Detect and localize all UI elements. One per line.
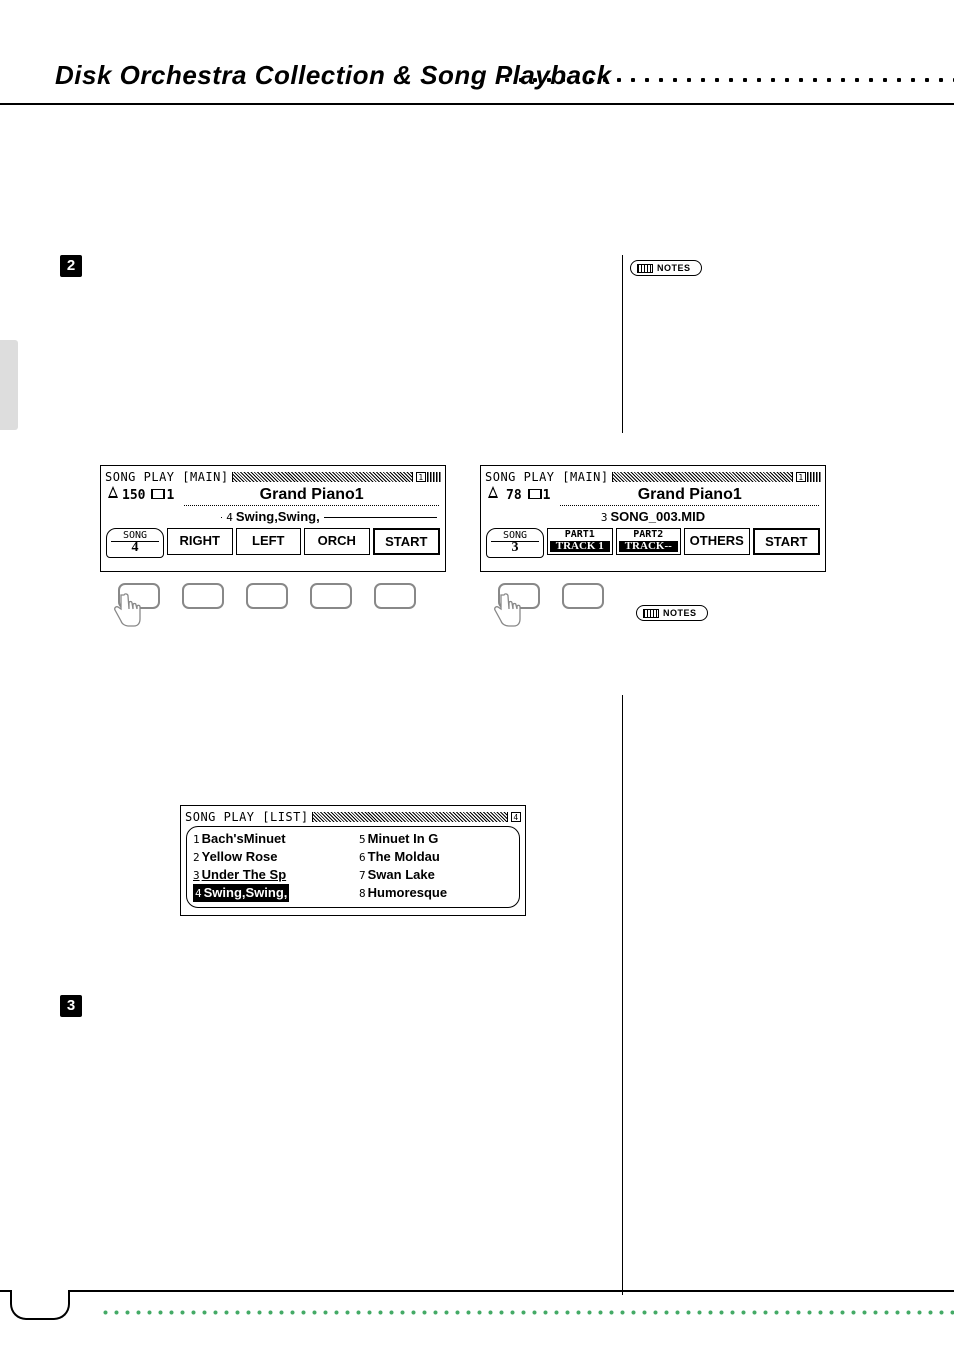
list-item[interactable]: 5Minuet In G <box>359 830 513 848</box>
lcd-mode: SONG PLAY [MAIN] <box>105 470 229 484</box>
lcd-mode: SONG PLAY [MAIN] <box>485 470 609 484</box>
song-tab[interactable]: SONG 3 <box>486 528 544 558</box>
list-item[interactable]: 3Under The Sp <box>193 866 347 884</box>
phys-button-3[interactable] <box>246 583 288 609</box>
page-footer <box>0 1290 954 1340</box>
header-dots <box>500 77 954 83</box>
step-2-badge: 2 <box>60 255 82 277</box>
page-title: Disk Orchestra Collection & Song Playbac… <box>55 60 612 90</box>
footer-tab <box>10 1290 70 1320</box>
part2-button[interactable]: PART2 TRACK-- <box>616 528 682 555</box>
notes-badge-top: NOTES <box>630 260 702 276</box>
measure-icon <box>528 487 540 499</box>
keyboard-icon <box>643 609 659 618</box>
list-item[interactable]: 7Swan Lake <box>359 866 513 884</box>
phys-button-2[interactable] <box>562 583 604 609</box>
lcd-main-gm: SONG PLAY [MAIN] 1 78 1 Grand Piano1 3SO… <box>480 465 826 572</box>
hand-pointer-icon <box>112 593 144 629</box>
lcd-mode: SONG PLAY [LIST] <box>185 810 309 824</box>
page-header: Disk Orchestra Collection & Song Playbac… <box>0 0 954 105</box>
song-tab[interactable]: SONG 4 <box>106 528 164 558</box>
others-button[interactable]: OTHERS <box>684 528 750 555</box>
metronome-icon <box>487 486 500 499</box>
footer-dots <box>100 1310 954 1315</box>
list-item[interactable]: 2Yellow Rose <box>193 848 347 866</box>
column-separator <box>622 255 623 433</box>
list-item[interactable]: 6The Moldau <box>359 848 513 866</box>
side-tab <box>0 340 18 430</box>
hand-pointer-icon <box>492 593 524 629</box>
orch-button[interactable]: ORCH <box>304 528 370 555</box>
lcd-main-doc: SONG PLAY [MAIN] 1 150 1 Grand Piano1 4S… <box>100 465 446 572</box>
lcd-song-list: SONG PLAY [LIST] 4 1Bach'sMinuet 2Yellow… <box>180 805 526 916</box>
phys-button-2[interactable] <box>182 583 224 609</box>
column-separator-lower <box>622 695 623 1295</box>
song-name: SONG_003.MID <box>610 509 705 524</box>
keyboard-icon <box>637 264 653 273</box>
start-button[interactable]: START <box>373 528 441 555</box>
song-list-col1: 1Bach'sMinuet 2Yellow Rose 3Under The Sp… <box>193 830 347 902</box>
left-button[interactable]: LEFT <box>236 528 302 555</box>
start-button[interactable]: START <box>753 528 821 555</box>
tempo-value: 78 <box>506 488 522 503</box>
hatch-decor <box>312 812 508 822</box>
phys-button-5[interactable] <box>374 583 416 609</box>
phys-button-4[interactable] <box>310 583 352 609</box>
song-name: Swing,Swing, <box>236 509 320 524</box>
page-indicator: 1 <box>796 472 821 482</box>
list-item-selected[interactable]: 4Swing,Swing, <box>193 884 289 902</box>
measure-value: 1 <box>166 488 174 503</box>
part1-button[interactable]: PART1 TRACK 1 <box>547 528 613 555</box>
measure-value: 1 <box>543 488 551 503</box>
song-number: 4 <box>226 511 233 524</box>
voice-name: Grand Piano1 <box>184 486 439 506</box>
physical-buttons-right <box>498 583 604 609</box>
song-list-col2: 5Minuet In G 6The Moldau 7Swan Lake 8Hum… <box>359 830 513 902</box>
hatch-decor <box>232 472 413 482</box>
notes-badge-mid: NOTES <box>636 605 708 621</box>
hatch-decor <box>612 472 793 482</box>
step-3-badge: 3 <box>60 995 82 1017</box>
metronome-icon <box>107 486 120 499</box>
tempo-value: 150 <box>122 488 145 503</box>
right-button[interactable]: RIGHT <box>167 528 233 555</box>
list-item[interactable]: 1Bach'sMinuet <box>193 830 347 848</box>
page-indicator: 1 <box>416 472 441 482</box>
song-number: 3 <box>601 511 608 524</box>
physical-buttons-left <box>118 583 416 609</box>
measure-icon <box>151 487 163 499</box>
voice-name: Grand Piano1 <box>560 486 819 506</box>
page-indicator: 4 <box>511 812 521 822</box>
list-item[interactable]: 8Humoresque <box>359 884 513 902</box>
